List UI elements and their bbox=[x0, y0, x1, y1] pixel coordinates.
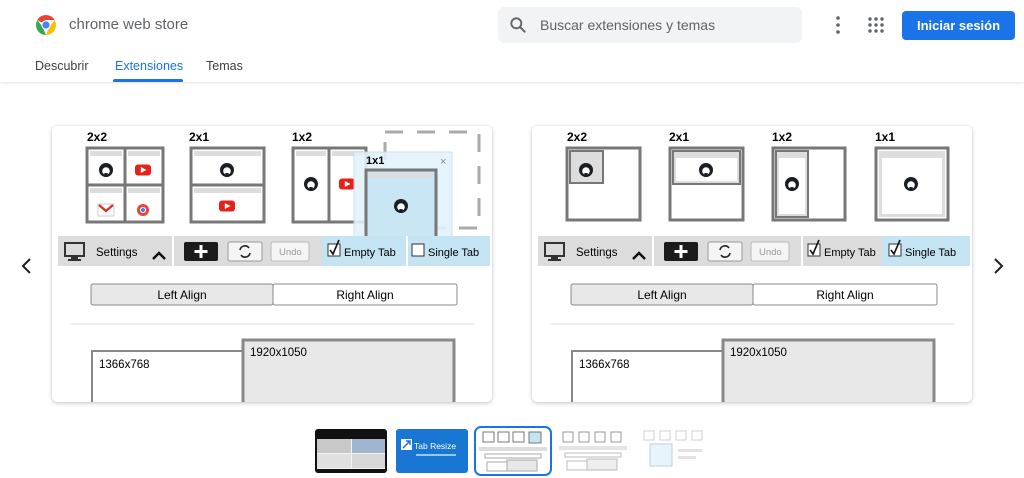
layout-2x2-preview[interactable] bbox=[85, 146, 165, 224]
left-align-label: Left Align bbox=[637, 288, 686, 302]
chrome-logo[interactable] bbox=[34, 13, 58, 37]
resolution-label: 1366x768 bbox=[579, 359, 630, 371]
layout-label-1x1: 1x1 bbox=[875, 130, 895, 144]
thumbnail-label: Tab Resize bbox=[414, 441, 457, 451]
layout-2x2-preview[interactable] bbox=[565, 146, 642, 222]
resolution-label: 1920x1050 bbox=[730, 347, 787, 359]
empty-tab-label: Empty Tab bbox=[344, 247, 396, 259]
screenshot-slide-2[interactable]: 2x2 2x1 1x2 1x1 Settings Undo Empty Tab … bbox=[532, 126, 972, 402]
layout-label-1x2: 1x2 bbox=[772, 130, 792, 144]
empty-tab-label: Empty Tab bbox=[824, 247, 876, 259]
layout-label-1x2: 1x2 bbox=[292, 130, 312, 144]
layout-2x1-preview[interactable] bbox=[668, 146, 745, 222]
settings-label[interactable]: Settings bbox=[576, 247, 618, 259]
settings-toolbar: Settings Undo Empty Tab Single Tab bbox=[538, 236, 970, 266]
search-input[interactable] bbox=[540, 7, 790, 43]
left-align-label: Left Align bbox=[157, 288, 206, 302]
single-tab-checkbox[interactable] bbox=[411, 243, 425, 257]
thumbnail-4[interactable] bbox=[557, 429, 629, 473]
apps-grid-icon[interactable] bbox=[866, 14, 886, 36]
chevron-left-icon[interactable] bbox=[17, 256, 37, 276]
layout-2x1-preview[interactable] bbox=[189, 146, 266, 224]
thumbnail-3[interactable] bbox=[474, 426, 552, 476]
dragged-1x1-tile[interactable]: 1x1 × bbox=[353, 151, 453, 245]
store-title[interactable]: chrome web store bbox=[69, 16, 188, 33]
search-box[interactable] bbox=[498, 7, 802, 43]
align-control: Left Align Right Align bbox=[90, 283, 458, 306]
search-icon[interactable] bbox=[508, 15, 528, 35]
right-align-label: Right Align bbox=[816, 288, 873, 302]
tab-extensiones[interactable]: Extensiones bbox=[115, 59, 183, 73]
top-bar: chrome web store Iniciar sesión Descubri… bbox=[0, 0, 1024, 82]
drag-tile-label: 1x1 bbox=[366, 155, 384, 167]
single-tab-label: Single Tab bbox=[905, 247, 956, 259]
layout-label-2x1: 2x1 bbox=[669, 130, 689, 144]
more-vert-icon[interactable] bbox=[828, 14, 848, 36]
settings-toolbar: Settings Undo Empty Tab Single Tab bbox=[58, 236, 490, 266]
resolution-label: 1920x1050 bbox=[250, 347, 307, 359]
layout-1x1-preview[interactable] bbox=[874, 146, 950, 222]
thumbnail-1[interactable] bbox=[315, 429, 387, 473]
active-tab-indicator bbox=[113, 79, 183, 82]
single-tab-label: Single Tab bbox=[428, 247, 479, 259]
chevron-right-icon[interactable] bbox=[988, 256, 1008, 276]
close-icon[interactable]: × bbox=[440, 156, 446, 168]
sign-in-button[interactable]: Iniciar sesión bbox=[902, 11, 1015, 40]
layout-label-2x2: 2x2 bbox=[87, 130, 107, 144]
refresh-button[interactable] bbox=[707, 241, 743, 262]
screenshot-slide-1[interactable]: 2x2 2x1 1x2 1x1 × Settings Undo Empty Ta… bbox=[52, 126, 492, 402]
resolution-label: 1366x768 bbox=[99, 359, 150, 371]
layout-label-2x2: 2x2 bbox=[567, 130, 587, 144]
refresh-button[interactable] bbox=[227, 241, 263, 262]
undo-label: Undo bbox=[279, 247, 302, 258]
thumbnail-2[interactable]: Tab Resize bbox=[396, 429, 468, 473]
settings-label[interactable]: Settings bbox=[96, 247, 138, 259]
align-control: Left Align Right Align bbox=[570, 283, 938, 306]
thumbnail-5[interactable] bbox=[638, 429, 710, 473]
layout-1x2-preview[interactable] bbox=[771, 146, 847, 222]
undo-label: Undo bbox=[759, 247, 782, 258]
layout-label-2x1: 2x1 bbox=[189, 130, 209, 144]
tab-descubrir[interactable]: Descubrir bbox=[35, 59, 89, 73]
right-align-label: Right Align bbox=[336, 288, 393, 302]
tab-temas[interactable]: Temas bbox=[206, 59, 243, 73]
